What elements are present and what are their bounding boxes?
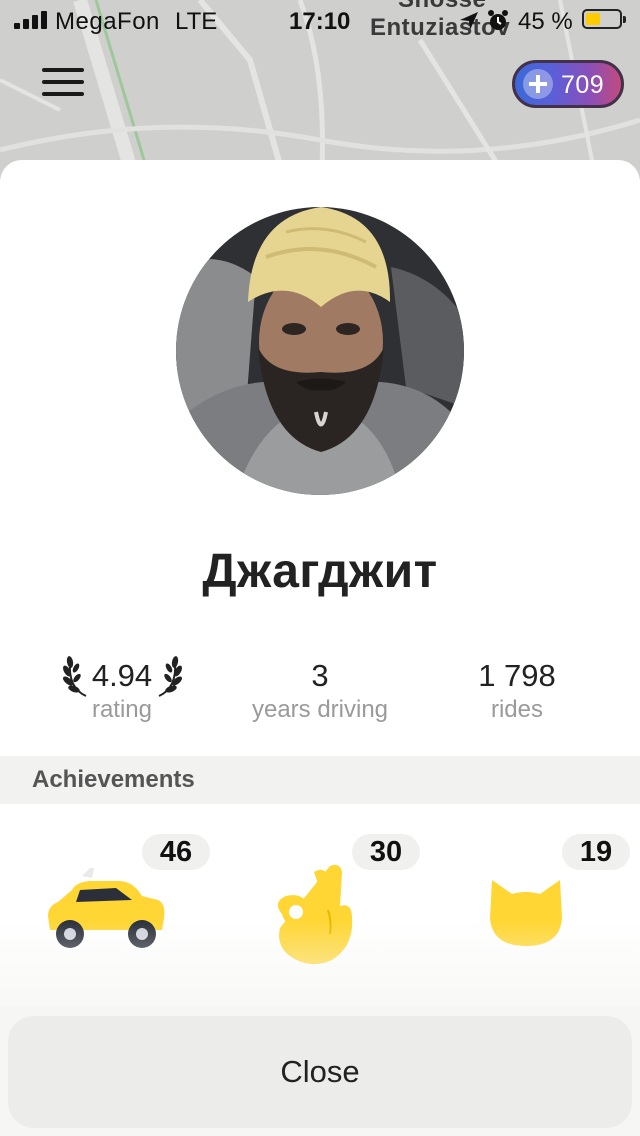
driver-name: Джагджит	[202, 545, 438, 598]
plus-points-button[interactable]: 709	[512, 60, 624, 108]
achievement-count-badge: 30	[352, 834, 420, 870]
rating-label: rating	[91, 696, 153, 723]
rides-value: 1 798	[478, 658, 556, 693]
plus-icon	[523, 69, 553, 99]
achievement-count-badge: 19	[562, 834, 630, 870]
status-bar: MegaFon LTE 17:10 Shosse Entuziastov 45 …	[0, 0, 640, 44]
alarm-clock-icon	[488, 10, 508, 30]
carrier-name: MegaFon	[55, 8, 160, 35]
battery-icon	[582, 9, 626, 29]
rating-stat: 4.94 rating	[22, 656, 222, 724]
rides-label: rides	[490, 696, 544, 723]
battery-level-fill	[586, 13, 600, 25]
achievements-section-header: Achievements	[0, 756, 640, 804]
network-type: LTE	[175, 8, 218, 35]
rides-stat: 1 798 rides	[417, 656, 617, 724]
laurel-right-icon	[158, 656, 182, 697]
status-time: 17:10	[289, 8, 351, 35]
years-driving-stat: 3 years driving	[220, 656, 420, 724]
signal-strength-icon	[14, 11, 50, 29]
laurel-left-icon	[63, 656, 87, 697]
rating-value: 4.94	[91, 658, 153, 693]
menu-hamburger-icon[interactable]	[40, 66, 86, 98]
plus-points-value: 709	[561, 71, 605, 99]
years-driving-label: years driving	[251, 696, 389, 723]
years-driving-value: 3	[311, 658, 329, 693]
location-arrow-icon	[460, 12, 478, 30]
driver-profile-sheet: Джагджит 4.94 rating 3 years driving 1 7…	[0, 160, 640, 1136]
battery-percentage: 45 %	[518, 8, 573, 35]
achievement-count-badge: 46	[142, 834, 210, 870]
close-button[interactable]: Close	[8, 1016, 632, 1128]
achievements-title: Achievements	[32, 766, 195, 793]
driver-avatar	[176, 207, 464, 495]
